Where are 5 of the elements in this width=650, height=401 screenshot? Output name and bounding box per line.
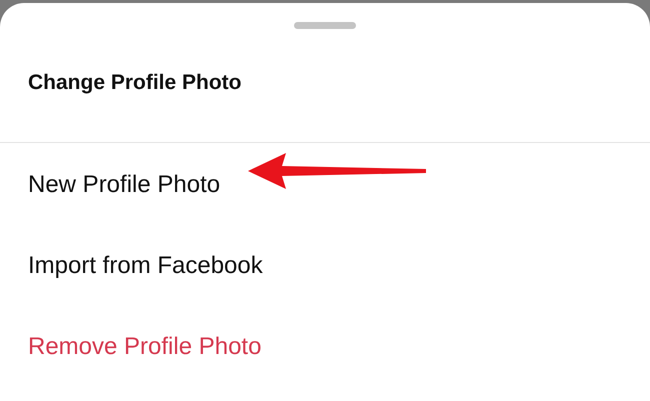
sheet-title: Change Profile Photo bbox=[28, 70, 242, 96]
menu-option[interactable]: New Profile Photo bbox=[28, 166, 220, 202]
drag-handle[interactable] bbox=[294, 22, 356, 29]
menu-option[interactable]: Remove Profile Photo bbox=[28, 328, 262, 364]
menu-option[interactable]: Import from Facebook bbox=[28, 248, 263, 284]
